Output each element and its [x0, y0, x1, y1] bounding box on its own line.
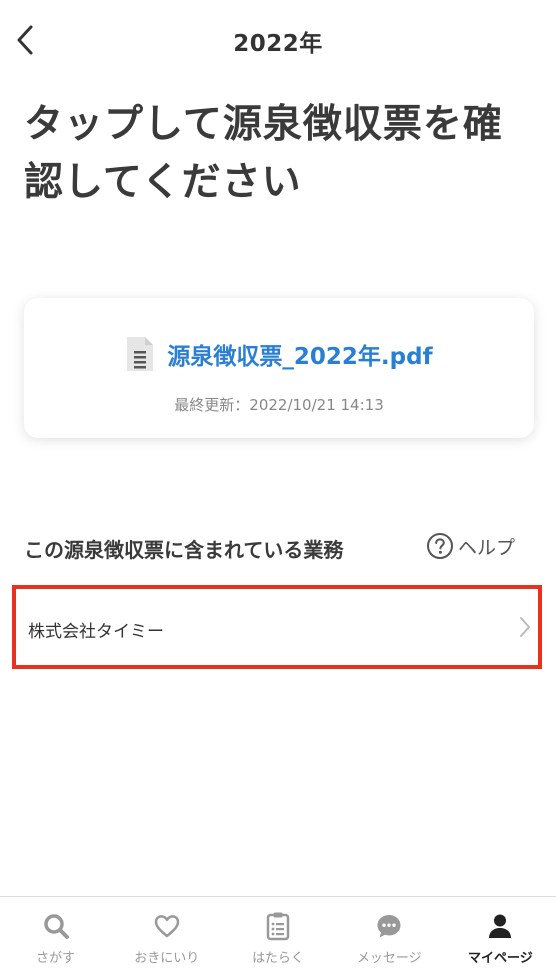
included-jobs-heading: この源泉徴収票に含まれている業務 [24, 538, 344, 562]
nav-item-work[interactable]: はたらく [222, 897, 333, 969]
page-title: 2022年 [233, 31, 323, 57]
heart-icon [154, 915, 180, 938]
nav-label: さがす [36, 951, 76, 966]
nav-item-favorites[interactable]: おきにいり [111, 897, 222, 969]
nav-label: マイページ [468, 951, 533, 966]
chat-bubble-icon [377, 915, 401, 938]
nav-item-mypage[interactable]: マイページ [445, 897, 556, 969]
company-name: 株式会社タイミー [28, 622, 164, 642]
nav-label: おきにいり [134, 951, 200, 966]
nav-icon-wrap [263, 911, 293, 941]
last-updated-value: 2022/10/21 14:13 [249, 396, 384, 414]
header: 2022年 [0, 0, 556, 80]
clipboard-icon [266, 912, 290, 941]
file-name-link[interactable]: 源泉徴収票_2022年.pdf [167, 337, 432, 371]
last-updated-label: 最終更新： [174, 396, 250, 414]
nav-icon-wrap [41, 911, 71, 941]
bottom-nav: さがす おきにいり はたらく メッセージ マイページ [0, 896, 556, 969]
company-row[interactable]: 株式会社タイミー [12, 585, 542, 669]
chevron-right-icon [520, 617, 530, 637]
nav-label: はたらく [252, 951, 304, 966]
nav-item-messages[interactable]: メッセージ [334, 897, 445, 969]
file-row: 源泉徴収票_2022年.pdf [24, 336, 534, 372]
help-link[interactable]: ヘルプ [426, 532, 515, 560]
question-circle-icon [427, 533, 453, 559]
last-updated: 最終更新：2022/10/21 14:13 [24, 394, 534, 415]
instruction-headline: タップして源泉徴収票を確認してください [24, 102, 503, 205]
nav-icon-wrap [152, 911, 182, 941]
nav-icon-wrap [374, 911, 404, 941]
document-icon [127, 337, 154, 371]
nav-item-search[interactable]: さがす [0, 897, 111, 969]
search-icon [43, 914, 69, 939]
nav-icon-wrap [485, 911, 515, 941]
withholding-slip-file-card[interactable]: 源泉徴収票_2022年.pdf 最終更新：2022/10/21 14:13 [24, 298, 534, 438]
screen: 2022年 タップして源泉徴収票を確認してください 源泉徴収票_2022年.pd… [0, 0, 556, 969]
help-label: ヘルプ [458, 536, 516, 559]
nav-label: メッセージ [356, 951, 422, 966]
person-icon [489, 914, 512, 938]
